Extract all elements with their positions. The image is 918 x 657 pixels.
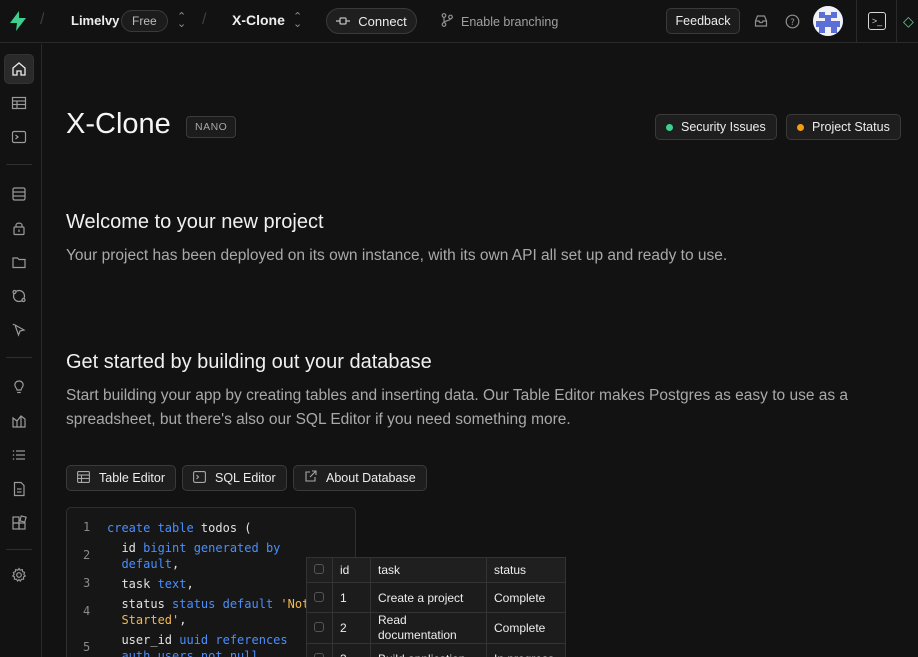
table-header-row: id task status: [306, 557, 566, 583]
line-number: 2: [83, 548, 91, 562]
divider: [856, 0, 857, 43]
column-header-id: id: [332, 557, 371, 583]
cell-task: Create a project: [370, 582, 487, 613]
blocks-icon[interactable]: [4, 508, 34, 538]
top-bar: / Limelvy Free ⌃ ⌄ / X-Clone ⌃ ⌄ Connect E…: [0, 0, 918, 43]
connect-button[interactable]: Connect: [326, 8, 417, 34]
cell-task: Read documentation: [370, 612, 487, 644]
table-icon: [77, 470, 90, 486]
sql-editor-button[interactable]: SQL Editor: [182, 465, 287, 491]
about-database-label: About Database: [326, 471, 416, 485]
get-started-text-line-1: Start building your app by creating tabl…: [66, 387, 849, 404]
chart-icon[interactable]: [4, 406, 34, 436]
about-database-button[interactable]: About Database: [293, 465, 427, 491]
branching-label: Enable branching: [461, 14, 559, 29]
select-all-checkbox[interactable]: [306, 557, 333, 583]
table-row[interactable]: 3 Build application In progress: [306, 643, 566, 657]
sidebar-divider: [6, 549, 32, 550]
org-switcher-chevron-icon[interactable]: ⌃ ⌄: [177, 12, 186, 30]
line-number: 5: [83, 640, 91, 654]
row-checkbox[interactable]: [306, 612, 333, 644]
sidebar-divider: [6, 164, 32, 165]
cell-status: In progress: [486, 643, 566, 657]
status-dot-icon: [797, 123, 804, 131]
security-issues-label: Security Issues: [681, 120, 766, 134]
terminal-icon: [193, 470, 206, 486]
code-line: user_id uuid references auth.users not n…: [107, 633, 288, 657]
cell-id: 2: [332, 612, 371, 644]
table-row[interactable]: 1 Create a project Complete: [306, 582, 566, 613]
security-issues-button[interactable]: Security Issues: [655, 114, 777, 140]
terminal-icon[interactable]: >_: [868, 12, 886, 30]
status-dot-icon: [666, 123, 673, 131]
enable-branching-button[interactable]: Enable branching: [441, 13, 558, 30]
line-number: 1: [83, 520, 91, 534]
column-header-status: status: [486, 557, 566, 583]
gear-icon[interactable]: [4, 560, 34, 590]
project-name[interactable]: X-Clone: [232, 12, 285, 28]
get-started-text-line-2: spreadsheet, but there's also our SQL Ed…: [66, 411, 571, 428]
table-editor-label: Table Editor: [99, 471, 166, 485]
supabase-logo-icon[interactable]: [8, 9, 30, 33]
sidebar: [0, 44, 42, 657]
row-checkbox[interactable]: [306, 582, 333, 613]
cell-task: Build application: [370, 643, 487, 657]
document-icon[interactable]: [4, 474, 34, 504]
welcome-heading: Welcome to your new project: [66, 211, 324, 233]
realtime-icon[interactable]: [4, 281, 34, 311]
cell-id: 1: [332, 582, 371, 613]
table-row[interactable]: 2 Read documentation Complete: [306, 612, 566, 644]
code-line: task text,: [107, 577, 194, 591]
code-line: status status default 'Not Started',: [107, 597, 310, 627]
page-title: X-Clone: [66, 108, 171, 140]
plan-badge: Free: [121, 10, 168, 32]
list-icon[interactable]: [4, 440, 34, 470]
lock-icon[interactable]: [4, 213, 34, 243]
table-icon[interactable]: [4, 88, 34, 118]
lightbulb-icon[interactable]: [4, 372, 34, 402]
column-header-task: task: [370, 557, 487, 583]
git-branch-icon: [441, 13, 453, 30]
plug-icon: [336, 14, 351, 29]
breadcrumb-separator: /: [40, 11, 45, 28]
cursor-icon[interactable]: [4, 315, 34, 345]
divider: [896, 0, 897, 43]
sql-editor-label: SQL Editor: [215, 471, 276, 485]
main-content: X-Clone NANO Security Issues Project Sta…: [42, 44, 918, 657]
todos-table-preview: id task status 1 Create a project Comple…: [306, 557, 566, 657]
connect-label: Connect: [358, 13, 407, 29]
svg-text:?: ?: [790, 17, 795, 27]
tier-badge: NANO: [186, 116, 237, 138]
project-status-label: Project Status: [812, 120, 890, 134]
code-line: id bigint generated by default,: [107, 541, 281, 571]
welcome-text: Your project has been deployed on its ow…: [66, 247, 728, 264]
org-name[interactable]: Limelvy: [71, 13, 119, 28]
cell-status: Complete: [486, 612, 566, 644]
row-checkbox[interactable]: [306, 643, 333, 657]
project-switcher-chevron-icon[interactable]: ⌃ ⌄: [293, 12, 302, 30]
cell-id: 3: [332, 643, 371, 657]
breadcrumb-separator: /: [202, 11, 207, 28]
feedback-button[interactable]: Feedback: [666, 8, 740, 34]
external-link-icon: [304, 470, 317, 486]
avatar[interactable]: [813, 6, 843, 36]
line-number: 3: [83, 576, 91, 590]
terminal-icon[interactable]: [4, 122, 34, 152]
extension-icon[interactable]: ◇: [903, 13, 914, 30]
line-number: 4: [83, 604, 91, 618]
sidebar-divider: [6, 357, 32, 358]
project-status-button[interactable]: Project Status: [786, 114, 901, 140]
table-editor-button[interactable]: Table Editor: [66, 465, 177, 491]
inbox-icon[interactable]: [752, 12, 770, 30]
folder-icon[interactable]: [4, 247, 34, 277]
get-started-heading: Get started by building out your databas…: [66, 351, 432, 373]
cell-status: Complete: [486, 582, 566, 613]
help-icon[interactable]: ?: [783, 12, 801, 30]
home-icon[interactable]: [4, 54, 34, 84]
code-line: create table todos (: [107, 521, 252, 535]
database-icon[interactable]: [4, 179, 34, 209]
